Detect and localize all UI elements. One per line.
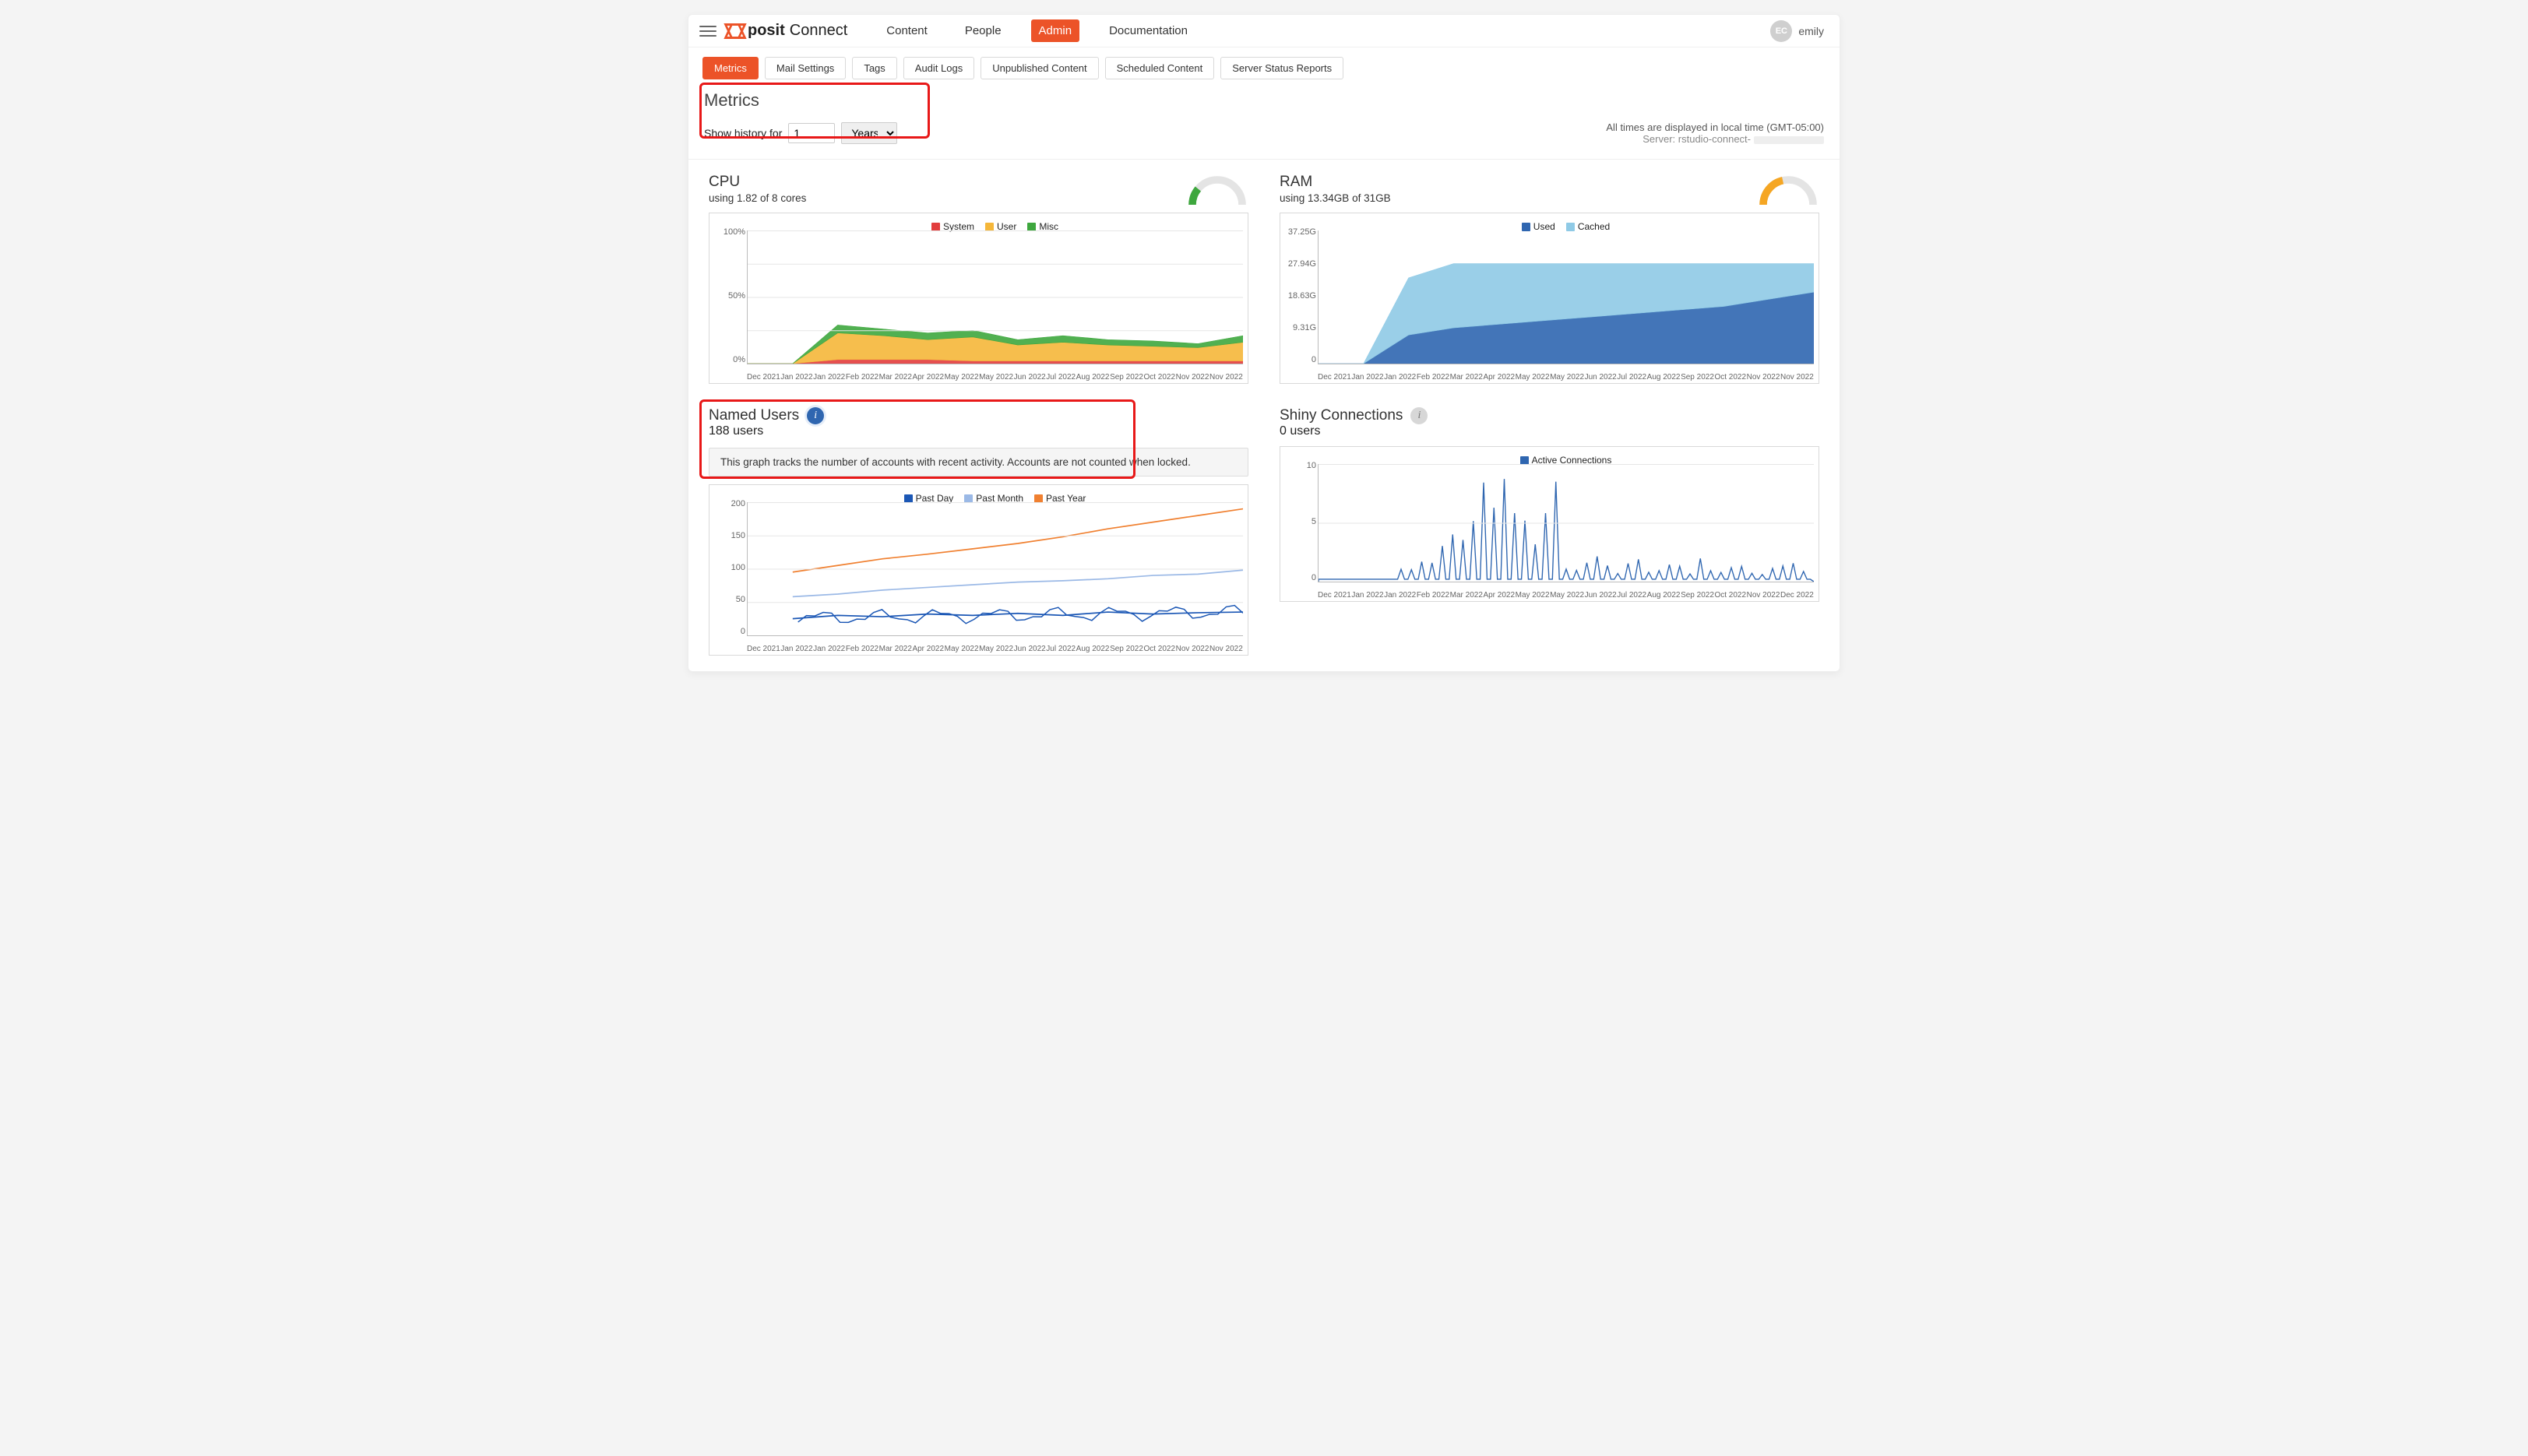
shiny-card: Shiny Connections i 0 users Active Conne… — [1280, 407, 1819, 656]
named-users-chart: Past DayPast MonthPast Year 200150100500… — [709, 484, 1248, 656]
named-users-title: Named Users — [709, 407, 799, 424]
named-users-tooltip: This graph tracks the number of accounts… — [709, 448, 1248, 477]
page-title: Metrics — [688, 79, 1840, 111]
ram-gauge — [1757, 174, 1819, 205]
named-users-sub: 188 users — [709, 424, 1248, 438]
shiny-y-axis: 1050 — [1283, 461, 1316, 582]
ram-chart: UsedCached 37.25G27.94G18.63G9.31G0 Dec … — [1280, 213, 1819, 384]
named-users-card: Named Users i 188 users This graph track… — [709, 407, 1248, 656]
nav-content[interactable]: Content — [878, 19, 935, 42]
cpu-chart: SystemUserMisc 100%50%0% Dec 2021Jan 202… — [709, 213, 1248, 384]
cpu-sub: using 1.82 of 8 cores — [709, 192, 1186, 204]
nav-admin[interactable]: Admin — [1031, 19, 1080, 42]
cpu-x-axis: Dec 2021Jan 2022Jan 2022Feb 2022Mar 2022… — [747, 373, 1243, 382]
ram-title: RAM — [1280, 174, 1757, 191]
topbar: posit Connect Content People Admin Document… — [688, 15, 1840, 47]
history-row: Show history for HoursDaysMonthsYears Al… — [688, 111, 1840, 160]
menu-icon[interactable] — [699, 23, 717, 40]
named-users-x-axis: Dec 2021Jan 2022Jan 2022Feb 2022Mar 2022… — [747, 645, 1243, 653]
ram-sub: using 13.34GB of 31GB — [1280, 192, 1757, 204]
tab-metrics[interactable]: Metrics — [702, 57, 759, 79]
nav-documentation[interactable]: Documentation — [1101, 19, 1195, 42]
app-frame: posit Connect Content People Admin Document… — [688, 14, 1840, 672]
cpu-gauge — [1186, 174, 1248, 205]
ram-y-axis: 37.25G27.94G18.63G9.31G0 — [1283, 227, 1316, 364]
charts-grid: CPU using 1.82 of 8 cores SystemUserMisc… — [688, 160, 1840, 656]
ram-plot — [1318, 230, 1814, 364]
admin-tabs: Metrics Mail Settings Tags Audit Logs Unpubl… — [688, 47, 1840, 79]
server-label: Server: rstudio-connect- — [1642, 133, 1751, 145]
tab-scheduled-content[interactable]: Scheduled Content — [1105, 57, 1215, 79]
ram-x-axis: Dec 2021Jan 2022Jan 2022Feb 2022Mar 2022… — [1318, 373, 1814, 382]
brand-name-2: Connect — [790, 22, 848, 40]
tab-mail-settings[interactable]: Mail Settings — [765, 57, 846, 79]
shiny-x-axis: Dec 2021Jan 2022Jan 2022Feb 2022Mar 2022… — [1318, 591, 1814, 600]
shiny-sub: 0 users — [1280, 424, 1819, 438]
cpu-card: CPU using 1.82 of 8 cores SystemUserMisc… — [709, 174, 1248, 384]
timezone-line: All times are displayed in local time (G… — [1606, 121, 1824, 133]
history-value-input[interactable] — [788, 123, 835, 143]
tab-audit-logs[interactable]: Audit Logs — [903, 57, 974, 79]
shiny-plot — [1318, 464, 1814, 582]
history-unit-select[interactable]: HoursDaysMonthsYears — [841, 122, 897, 144]
history-label: Show history for — [704, 127, 782, 139]
named-users-plot — [747, 502, 1243, 636]
avatar: EC — [1770, 20, 1792, 42]
named-users-y-axis: 200150100500 — [713, 499, 745, 636]
shiny-title: Shiny Connections — [1280, 407, 1403, 424]
cpu-plot — [747, 230, 1243, 364]
tab-server-status-reports[interactable]: Server Status Reports — [1220, 57, 1343, 79]
cpu-y-axis: 100%50%0% — [713, 227, 745, 364]
nav-people[interactable]: People — [957, 19, 1009, 42]
info-icon[interactable]: i — [807, 407, 824, 424]
server-name-redacted — [1754, 136, 1824, 144]
tab-tags[interactable]: Tags — [852, 57, 896, 79]
info-icon[interactable]: i — [1410, 407, 1428, 424]
top-nav: Content People Admin Documentation — [878, 19, 1195, 42]
timezone-block: All times are displayed in local time (G… — [1606, 121, 1824, 145]
brand-logo-icon — [727, 23, 743, 39]
cpu-title: CPU — [709, 174, 1186, 191]
shiny-chart: Active Connections 1050 Dec 2021Jan 2022… — [1280, 446, 1819, 602]
user-name: emily — [1798, 25, 1824, 37]
user-block[interactable]: EC emily — [1770, 20, 1824, 42]
ram-card: RAM using 13.34GB of 31GB UsedCached 37.… — [1280, 174, 1819, 384]
brand-name-1: posit — [748, 22, 785, 40]
brand[interactable]: posit Connect — [727, 22, 847, 40]
tab-unpublished-content[interactable]: Unpublished Content — [981, 57, 1098, 79]
